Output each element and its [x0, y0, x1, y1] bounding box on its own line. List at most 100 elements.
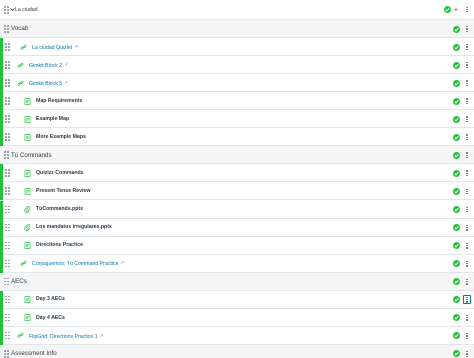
module-item-title[interactable]: Gimkit Block 5 ↗ — [29, 80, 68, 87]
published-check-icon[interactable] — [453, 314, 460, 322]
module-item-title-text[interactable]: Present Tense Review — [36, 188, 90, 194]
published-check-icon[interactable] — [453, 151, 460, 159]
module-title[interactable]: Vocab — [11, 25, 28, 32]
item-options-kebab-icon[interactable] — [463, 313, 471, 322]
module-item-row[interactable]: Day 4 AECs — [0, 308, 474, 327]
item-options-kebab-icon[interactable] — [463, 259, 471, 268]
module-item-title-text[interactable]: Gimkit Block 2 — [29, 63, 62, 69]
drag-handle-icon[interactable] — [5, 331, 10, 340]
module-item-title-text[interactable]: Quizizz Commands — [36, 170, 84, 176]
item-options-kebab-icon[interactable] — [463, 115, 471, 124]
module-header-row[interactable]: Tú Commands — [0, 146, 474, 165]
item-options-kebab-icon[interactable] — [463, 277, 471, 286]
module-item-row[interactable]: Directions Practice — [0, 236, 474, 255]
add-item-button[interactable]: + — [452, 6, 460, 14]
item-options-kebab-icon[interactable] — [463, 97, 471, 106]
published-check-icon[interactable] — [453, 296, 460, 304]
module-item-title-text[interactable]: Conjuguemos: Tú Command Practice — [32, 261, 118, 267]
published-check-icon[interactable] — [444, 6, 451, 13]
drag-handle-icon[interactable] — [5, 241, 10, 250]
published-check-icon[interactable] — [453, 25, 460, 33]
published-check-icon[interactable] — [453, 332, 460, 340]
module-header-row[interactable]: AECs — [0, 272, 474, 291]
module-item-row[interactable]: Day 3 AECs — [0, 290, 474, 309]
published-check-icon[interactable] — [453, 133, 460, 141]
drag-handle-icon[interactable] — [5, 97, 10, 105]
module-options-kebab-icon[interactable] — [463, 5, 471, 14]
module-item-row[interactable]: FlipGrid: Directions Practice 1 ↗ — [0, 326, 474, 345]
module-item-row[interactable]: Conjuguemos: Tú Command Practice ↗ — [0, 254, 474, 273]
module-header-row[interactable]: Assessment Info — [0, 344, 474, 358]
module-item-title[interactable]: Example Map — [36, 116, 69, 122]
drag-handle-icon[interactable] — [5, 169, 10, 177]
published-check-icon[interactable] — [453, 224, 460, 232]
item-options-kebab-icon[interactable] — [463, 241, 471, 250]
module-item-row[interactable]: La ciudad Quizlet ↗ — [0, 38, 474, 57]
module-item-title-text[interactable]: Directions Practice — [36, 242, 83, 248]
published-check-icon[interactable] — [453, 206, 460, 214]
published-check-icon[interactable] — [453, 242, 460, 250]
published-check-icon[interactable] — [453, 260, 460, 268]
published-check-icon[interactable] — [453, 187, 460, 195]
published-check-icon[interactable] — [453, 169, 460, 177]
item-options-kebab-icon[interactable] — [463, 79, 471, 88]
module-title[interactable]: Tú Commands — [11, 152, 52, 159]
module-item-row[interactable]: Los mandatos irregulares.pptx — [0, 218, 474, 237]
item-options-kebab-icon[interactable] — [463, 331, 471, 340]
module-item-title-text[interactable]: More Example Maps — [36, 134, 86, 140]
drag-handle-icon[interactable] — [4, 25, 9, 33]
published-check-icon[interactable] — [453, 43, 460, 51]
published-check-icon[interactable] — [453, 97, 460, 105]
module-item-title-text[interactable]: Gimkit Block 5 — [29, 81, 62, 87]
module-item-row[interactable]: TúCommands.pptx — [0, 200, 474, 219]
module-item-title-text[interactable]: Los mandatos irregulares.pptx — [36, 224, 112, 230]
drag-handle-icon[interactable] — [5, 295, 10, 304]
module-item-title[interactable]: Quizizz Commands — [36, 170, 84, 176]
module-item-title[interactable]: FlipGrid: Directions Practice 1 ↗ — [29, 333, 103, 340]
published-check-icon[interactable] — [453, 61, 460, 69]
module-item-title-text[interactable]: La ciudad Quizlet — [32, 45, 72, 51]
published-check-icon[interactable] — [453, 79, 460, 87]
published-check-icon[interactable] — [453, 350, 460, 358]
module-item-row[interactable]: More Example Maps — [0, 128, 474, 147]
module-item-row[interactable]: Present Tense Review — [0, 182, 474, 201]
item-options-kebab-icon[interactable] — [463, 151, 471, 160]
item-options-kebab-icon[interactable] — [463, 349, 471, 358]
module-item-title[interactable]: Present Tense Review — [36, 188, 90, 194]
item-options-kebab-icon[interactable] — [463, 295, 471, 305]
module-item-title[interactable]: Day 4 AECs — [36, 315, 65, 321]
drag-handle-icon[interactable] — [5, 223, 10, 232]
module-item-row[interactable]: Gimkit Block 2 ↗ — [0, 56, 474, 75]
module-item-title[interactable]: Map Requirements — [36, 98, 82, 104]
module-header-row[interactable]: Vocab — [0, 20, 474, 39]
drag-handle-icon[interactable] — [5, 115, 10, 123]
module-item-title-text[interactable]: Map Requirements — [36, 98, 82, 104]
module-item-title[interactable]: Day 3 AECs — [36, 296, 65, 302]
module-item-title[interactable]: La ciudad Quizlet ↗ — [32, 44, 78, 51]
module-item-title-text[interactable]: Day 3 AECs — [36, 296, 65, 302]
drag-handle-icon[interactable] — [5, 205, 10, 214]
module-item-title[interactable]: Los mandatos irregulares.pptx — [36, 224, 112, 230]
item-options-kebab-icon[interactable] — [463, 133, 471, 142]
published-check-icon[interactable] — [453, 115, 460, 123]
drag-handle-icon[interactable] — [5, 61, 10, 69]
module-item-title[interactable]: TúCommands.pptx — [36, 206, 83, 212]
module-item-title-text[interactable]: TúCommands.pptx — [36, 206, 83, 212]
drag-handle-icon[interactable] — [4, 349, 9, 358]
item-options-kebab-icon[interactable] — [463, 187, 471, 196]
module-item-title-text[interactable]: FlipGrid: Directions Practice 1 — [29, 334, 98, 340]
drag-handle-icon[interactable] — [5, 187, 10, 196]
module-item-title-text[interactable]: Example Map — [36, 116, 69, 122]
drag-handle-icon[interactable] — [5, 79, 10, 87]
module-item-row[interactable]: Map Requirements — [0, 92, 474, 111]
module-item-title[interactable]: More Example Maps — [36, 134, 86, 140]
drag-handle-icon[interactable] — [5, 43, 10, 51]
drag-handle-icon[interactable] — [5, 259, 10, 268]
module-title[interactable]: AECs — [11, 278, 27, 285]
item-options-kebab-icon[interactable] — [463, 169, 471, 178]
drag-handle-icon[interactable] — [5, 133, 10, 141]
item-options-kebab-icon[interactable] — [463, 223, 471, 232]
drag-handle-icon[interactable] — [5, 313, 10, 322]
module-item-row[interactable]: Quizizz Commands — [0, 164, 474, 183]
module-item-row[interactable]: Gimkit Block 5 ↗ — [0, 74, 474, 93]
